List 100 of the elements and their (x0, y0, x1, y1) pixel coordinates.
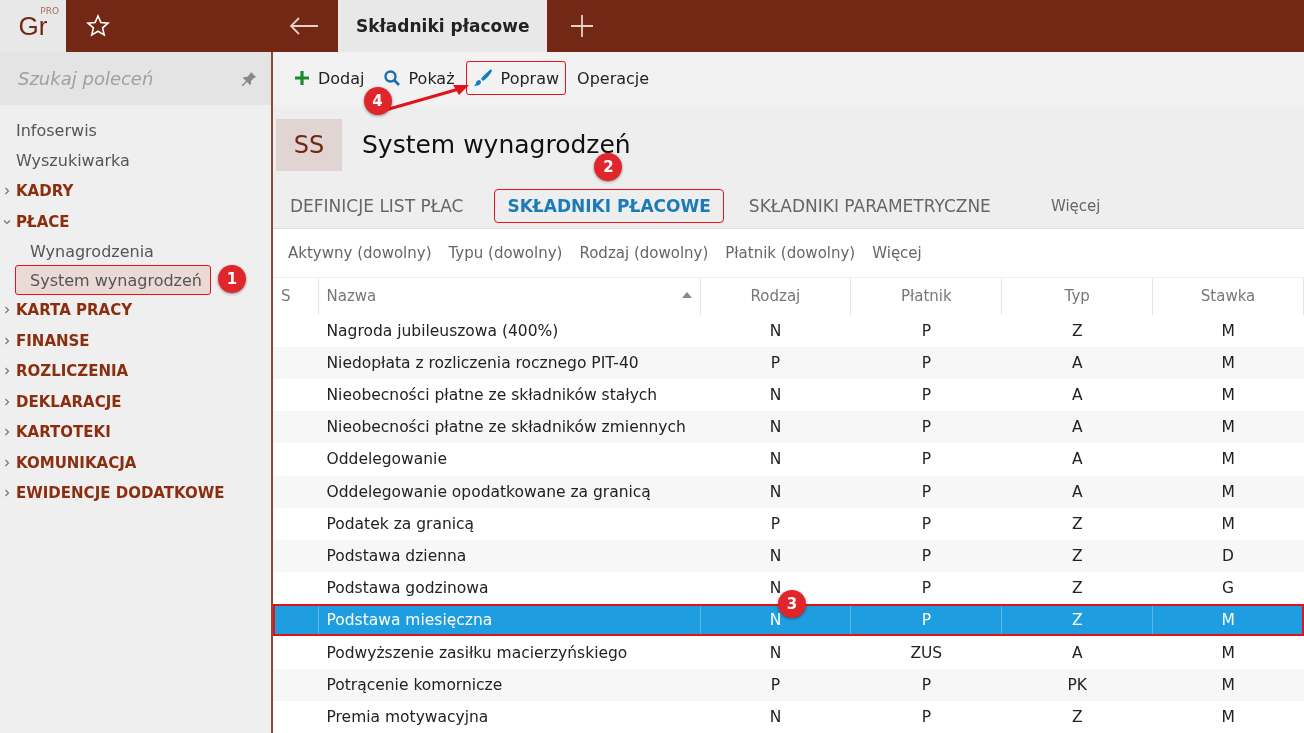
table-cell: P (921, 386, 931, 405)
table-cell: M (1221, 611, 1235, 630)
table-cell: P (770, 675, 781, 694)
sidebar-group[interactable]: DEKLARACJE (0, 386, 271, 417)
column-header[interactable]: Nazwa (318, 277, 700, 315)
table-cell: A (1071, 353, 1083, 372)
sidebar-group[interactable]: FINANSE (0, 325, 271, 356)
filter-button[interactable]: Typu (dowolny) (448, 243, 563, 262)
table-cell: P (921, 546, 931, 565)
group-label: KOMUNIKACJA (16, 453, 137, 472)
table-cell: M (1221, 321, 1235, 340)
filter-button[interactable]: Rodzaj (dowolny) (579, 243, 709, 262)
table-cell: M (1221, 514, 1235, 533)
group-label: KARTA PRACY (16, 301, 133, 320)
table-cell: N (769, 418, 782, 437)
table-cell: Nieobecności płatne ze składników zmiennych (326, 418, 686, 437)
filter-button[interactable]: Więcej (872, 243, 922, 262)
sidebar-group[interactable]: ROZLICZENIA (0, 356, 271, 387)
table-cell: M (1221, 482, 1235, 501)
table-cell: P (921, 707, 931, 726)
sidebar-group[interactable]: EWIDENCJE DODATKOWE (0, 478, 271, 509)
sidebar-item[interactable]: System wynagrodzeń (15, 265, 211, 295)
table-cell: N (769, 546, 782, 565)
table-cell: Z (1071, 579, 1083, 598)
group-label: FINANSE (16, 331, 90, 350)
table-cell: Oddelegowanie opodatkowane za granicą (326, 482, 651, 501)
back-arrow-icon[interactable] (289, 16, 319, 36)
filter-button[interactable]: Płatnik (dowolny) (725, 243, 856, 262)
table-cell: Nieobecności płatne ze składników stałych (326, 386, 658, 405)
table-cell: Premia motywacyjna (326, 707, 489, 726)
search-input[interactable]: Szukaj poleceń (16, 67, 220, 90)
group-label: PŁACE (16, 212, 70, 231)
table-cell: M (1221, 450, 1235, 469)
table-cell: A (1071, 450, 1083, 469)
star-icon[interactable] (86, 14, 110, 38)
column-header[interactable]: Typ (1001, 277, 1153, 315)
table-cell: Oddelegowanie (326, 450, 447, 469)
sidebar-item[interactable]: Infoserwis (0, 115, 271, 146)
table-cell: P (770, 353, 781, 372)
toolbar-button[interactable]: Operacje (570, 61, 657, 95)
table-cell: N (769, 643, 782, 662)
table-cell: N (769, 707, 782, 726)
sidebar-item[interactable]: Wyszukiwarka (0, 145, 271, 176)
sidebar-group[interactable]: KARTOTEKI (0, 417, 271, 448)
table-cell: Z (1071, 611, 1083, 630)
group-label: KARTOTEKI (16, 423, 111, 442)
search-field[interactable]: Szukaj poleceń (0, 52, 271, 105)
sort-up-icon (681, 291, 692, 298)
view-tab[interactable]: SKŁADNIKI PŁACOWE (494, 189, 724, 224)
view-tab[interactable]: SKŁADNIKI PARAMETRYCZNE (743, 189, 1002, 224)
callout-badge: 4 (363, 87, 392, 116)
table-cell: P (921, 611, 931, 630)
sidebar-group[interactable]: KOMUNIKACJA (0, 447, 271, 478)
view-tab[interactable]: DEFINICJE LIST PŁAC (285, 189, 475, 224)
tab[interactable]: Składniki płacowe (338, 0, 548, 52)
sidebar-group[interactable]: KARTA PRACY (0, 295, 271, 326)
plus-icon[interactable] (570, 14, 595, 38)
table-cell: N (769, 450, 782, 469)
table-cell: PK (1067, 675, 1087, 694)
table-cell: ZUS (910, 643, 943, 662)
pin-icon[interactable] (241, 70, 257, 87)
column-header[interactable]: Stawka (1152, 277, 1304, 315)
table-cell: P (921, 482, 931, 501)
table-cell: P (921, 353, 931, 372)
table-cell: N (769, 482, 782, 501)
group-label: EWIDENCJE DODATKOWE (16, 484, 225, 503)
sidebar-group[interactable]: PŁACE (0, 206, 271, 237)
table-cell: Podstawa miesięczna (326, 611, 493, 630)
table-cell: M (1221, 353, 1235, 372)
table-cell: M (1221, 418, 1235, 437)
plus-icon (294, 70, 310, 87)
table-cell: Z (1071, 707, 1083, 726)
filter-button[interactable]: Aktywny (dowolny) (288, 243, 432, 262)
table-cell: Podwyższenie zasiłku macierzyńskiego (326, 643, 628, 662)
sidebar-item[interactable]: Wynagrodzenia (16, 237, 162, 265)
table-cell: Z (1071, 321, 1083, 340)
table-cell: M (1221, 386, 1235, 405)
callout-badge: 1 (218, 265, 246, 293)
table-cell: A (1071, 418, 1083, 437)
brush-icon (472, 68, 493, 89)
group-label: ROZLICZENIA (16, 362, 129, 381)
column-header[interactable]: S (273, 277, 318, 315)
column-header[interactable]: Rodzaj (700, 277, 851, 315)
table-cell: A (1071, 386, 1083, 405)
column-header[interactable]: Płatnik (850, 277, 1002, 315)
table-cell: Podstawa godzinowa (326, 579, 489, 598)
group-label: DEKLARACJE (16, 392, 122, 411)
table-cell: Potrącenie komornicze (326, 675, 503, 694)
table-cell: N (769, 321, 782, 340)
table-cell: P (921, 450, 931, 469)
sidebar-group[interactable]: KADRY (0, 176, 271, 207)
table-cell: P (770, 514, 781, 533)
table-cell: Z (1071, 514, 1083, 533)
table-cell: M (1221, 643, 1235, 662)
table-cell: G (1222, 579, 1235, 598)
table-cell: Z (1071, 546, 1083, 565)
view-tab[interactable]: Więcej (1045, 190, 1112, 223)
toolbar-button[interactable]: Popraw (465, 61, 567, 96)
table-cell: P (921, 675, 931, 694)
table-cell: P (921, 321, 931, 340)
